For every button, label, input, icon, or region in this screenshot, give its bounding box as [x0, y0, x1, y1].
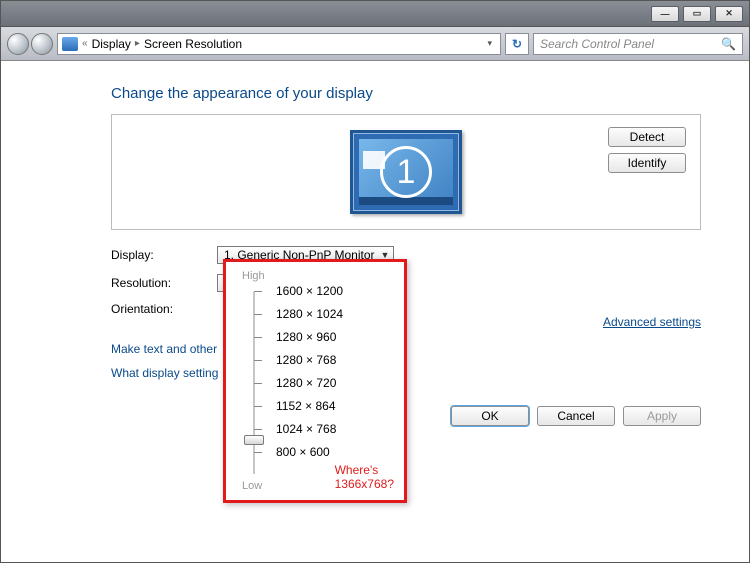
- monitor-icon: 1: [350, 130, 462, 214]
- dialog-buttons: OK Cancel Apply: [451, 406, 701, 426]
- resolution-popup: High 1600 × 1200 1280 × 1024 1280 × 960 128…: [223, 259, 407, 503]
- slider-low-label: Low: [242, 480, 262, 492]
- resolution-options: 1600 × 1200 1280 × 1024 1280 × 960 1280 × 7…: [270, 284, 343, 459]
- slider-thumb[interactable]: [244, 435, 264, 445]
- annotation-text: Where's 1366x768?: [335, 464, 394, 492]
- resolution-option[interactable]: 1280 × 720: [270, 376, 343, 390]
- navbar: « Display ▸ Screen Resolution ▾ ↻ Search…: [1, 27, 749, 61]
- monitor-preview[interactable]: 1: [350, 130, 462, 214]
- orientation-label: Orientation:: [111, 302, 217, 316]
- detect-button[interactable]: Detect: [608, 127, 686, 147]
- control-panel-icon: [62, 37, 78, 51]
- address-bar[interactable]: « Display ▸ Screen Resolution ▾: [57, 33, 501, 55]
- search-placeholder: Search Control Panel: [540, 37, 654, 51]
- titlebar: — ▭ ✕: [1, 1, 749, 27]
- maximize-button[interactable]: ▭: [683, 6, 711, 22]
- nav-arrows: [7, 33, 53, 55]
- window: — ▭ ✕ « Display ▸ Screen Resolution ▾ ↻ …: [0, 0, 750, 563]
- resolution-label: Resolution:: [111, 276, 217, 290]
- search-icon: 🔍: [721, 37, 736, 51]
- address-dropdown-icon[interactable]: ▾: [483, 38, 496, 49]
- display-label: Display:: [111, 248, 217, 262]
- display-preview-panel: 1 Detect Identify: [111, 114, 701, 230]
- page-heading: Change the appearance of your display: [111, 85, 701, 102]
- refresh-button[interactable]: ↻: [505, 33, 529, 55]
- resolution-option[interactable]: 1600 × 1200: [270, 284, 343, 298]
- slider-high-label: High: [242, 270, 394, 282]
- breadcrumb-item-screenres[interactable]: Screen Resolution: [144, 37, 242, 51]
- resolution-option[interactable]: 1280 × 768: [270, 353, 343, 367]
- search-box[interactable]: Search Control Panel 🔍: [533, 33, 743, 55]
- breadcrumb-root: «: [82, 38, 88, 49]
- ok-button[interactable]: OK: [451, 406, 529, 426]
- back-button[interactable]: [7, 33, 29, 55]
- monitor-number: 1: [380, 146, 432, 198]
- minimize-button[interactable]: —: [651, 6, 679, 22]
- breadcrumb-sep: ▸: [135, 38, 140, 49]
- resolution-option[interactable]: 1152 × 864: [270, 399, 343, 413]
- cancel-button[interactable]: Cancel: [537, 406, 615, 426]
- resolution-option[interactable]: 800 × 600: [270, 445, 343, 459]
- advanced-settings-link[interactable]: Advanced settings: [603, 315, 701, 329]
- identify-button[interactable]: Identify: [608, 153, 686, 173]
- resolution-option[interactable]: 1280 × 960: [270, 330, 343, 344]
- close-button[interactable]: ✕: [715, 6, 743, 22]
- resolution-option[interactable]: 1280 × 1024: [270, 307, 343, 321]
- resolution-option[interactable]: 1024 × 768: [270, 422, 343, 436]
- apply-button: Apply: [623, 406, 701, 426]
- forward-button[interactable]: [31, 33, 53, 55]
- breadcrumb-item-display[interactable]: Display: [92, 37, 131, 51]
